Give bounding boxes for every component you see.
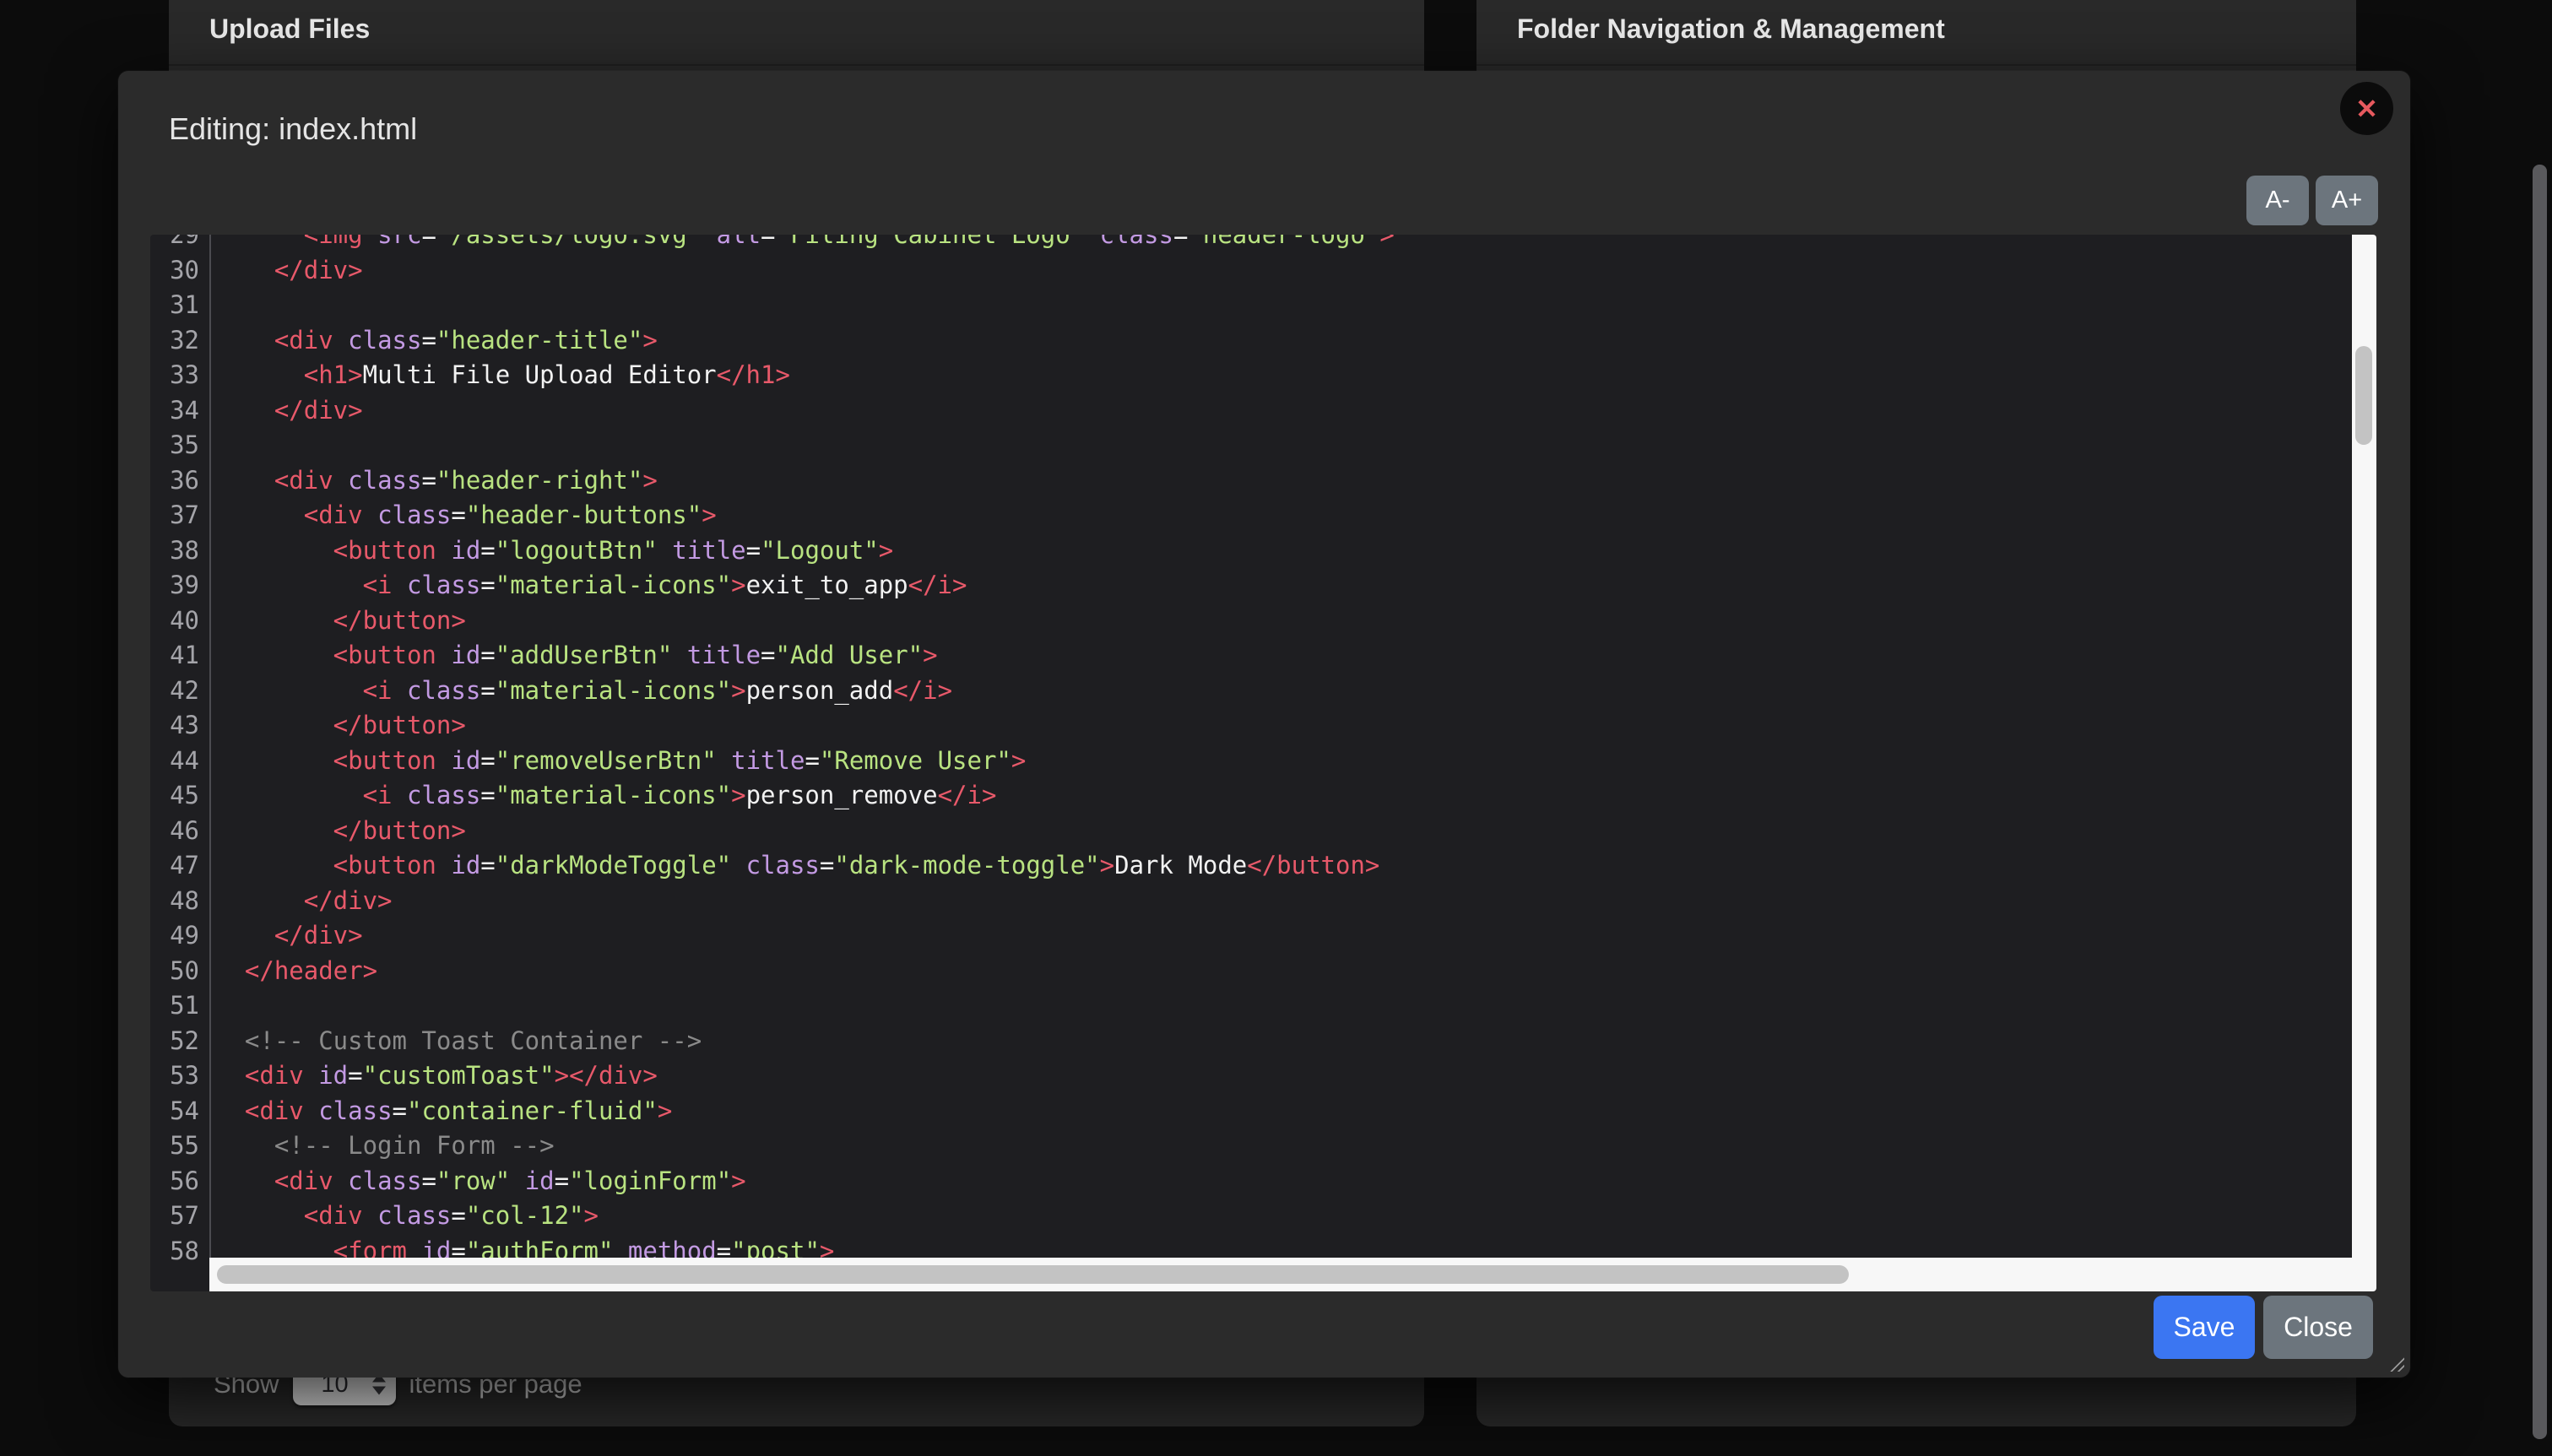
line-number: 37 (150, 498, 209, 533)
folder-navigation-title: Folder Navigation & Management (1476, 0, 2356, 45)
line-number: 55 (150, 1129, 209, 1164)
code-line: </div> (215, 253, 2352, 289)
page-scrollbar-thumb[interactable] (2533, 165, 2547, 1439)
modal-close-icon[interactable]: ✕ (2340, 82, 2393, 135)
code-line: <button id="logoutBtn" title="Logout"> (215, 533, 2352, 569)
code-line (215, 428, 2352, 463)
line-number: 42 (150, 674, 209, 709)
vertical-scrollbar-thumb[interactable] (2355, 346, 2372, 445)
code-line: </div> (215, 884, 2352, 919)
line-number: 58 (150, 1234, 209, 1269)
line-number: 39 (150, 568, 209, 604)
code-line: <i class="material-icons">person_remove<… (215, 778, 2352, 814)
folder-navigation-card-header: Folder Navigation & Management (1476, 0, 2356, 66)
gutter-separator (209, 235, 211, 1258)
line-number: 33 (150, 358, 209, 393)
code-editor[interactable]: 2930313233343536373839404142434445464748… (150, 235, 2376, 1291)
line-number: 57 (150, 1199, 209, 1234)
code-line: <div class="header-buttons"> (215, 498, 2352, 533)
line-number: 46 (150, 814, 209, 849)
line-number: 41 (150, 638, 209, 674)
editor-vertical-scrollbar[interactable] (2352, 235, 2376, 1258)
line-number: 40 (150, 604, 209, 639)
code-line: <h1>Multi File Upload Editor</h1> (215, 358, 2352, 393)
font-decrease-button[interactable]: A- (2246, 176, 2309, 225)
line-number: 34 (150, 393, 209, 429)
code-line: </button> (215, 604, 2352, 639)
code-line: <i class="material-icons">exit_to_app</i… (215, 568, 2352, 604)
line-number: 54 (150, 1094, 209, 1129)
upload-files-card-header: Upload Files (169, 0, 1424, 66)
line-number-gutter: 2930313233343536373839404142434445464748… (150, 235, 209, 1269)
code-line: </header> (215, 954, 2352, 989)
line-number: 49 (150, 918, 209, 954)
line-number: 38 (150, 533, 209, 569)
code-line: <div class="header-title"> (215, 323, 2352, 359)
code-line (215, 288, 2352, 323)
code-line: <button id="addUserBtn" title="Add User"… (215, 638, 2352, 674)
code-line: </div> (215, 918, 2352, 954)
line-number: 50 (150, 954, 209, 989)
close-x-icon: ✕ (2355, 93, 2378, 125)
code-line: <div id="customToast"></div> (215, 1058, 2352, 1094)
code-line: <div class="col-12"> (215, 1199, 2352, 1234)
code-line: <i class="material-icons">person_add</i> (215, 674, 2352, 709)
code-lines[interactable]: <img src="/assets/logo.svg" alt="Filing … (211, 235, 2352, 1269)
edit-file-modal: Editing: index.html ✕ A- A+ 293031323334… (118, 71, 2410, 1378)
line-number: 47 (150, 848, 209, 884)
code-line: </div> (215, 393, 2352, 429)
code-line: <button id="removeUserBtn" title="Remove… (215, 744, 2352, 779)
code-line: <!-- Custom Toast Container --> (215, 1024, 2352, 1059)
line-number: 44 (150, 744, 209, 779)
code-line: </button> (215, 814, 2352, 849)
line-number: 35 (150, 428, 209, 463)
code-line: <div class="row" id="loginForm"> (215, 1164, 2352, 1199)
app-screen: Upload Files Folder Navigation & Managem… (0, 0, 2552, 1456)
code-line: <!-- Login Form --> (215, 1129, 2352, 1164)
close-button[interactable]: Close (2263, 1296, 2373, 1359)
line-number: 56 (150, 1164, 209, 1199)
code-line: <div class="container-fluid"> (215, 1094, 2352, 1129)
line-number: 36 (150, 463, 209, 499)
line-number: 31 (150, 288, 209, 323)
save-button[interactable]: Save (2154, 1296, 2255, 1359)
code-line: <img src="/assets/logo.svg" alt="Filing … (215, 235, 2352, 253)
code-line (215, 988, 2352, 1024)
line-number: 45 (150, 778, 209, 814)
scrollbar-corner (2352, 1258, 2376, 1291)
font-increase-button[interactable]: A+ (2316, 176, 2378, 225)
horizontal-scrollbar-thumb[interactable] (217, 1265, 1849, 1284)
code-line: </button> (215, 708, 2352, 744)
line-number: 52 (150, 1024, 209, 1059)
code-line: <button id="darkModeToggle" class="dark-… (215, 848, 2352, 884)
upload-files-title: Upload Files (169, 0, 1424, 45)
resize-grip-icon[interactable] (2388, 1356, 2404, 1372)
line-number: 51 (150, 988, 209, 1024)
line-number: 29 (150, 235, 209, 253)
code-line: <div class="header-right"> (215, 463, 2352, 499)
editor-horizontal-scrollbar[interactable] (209, 1258, 2352, 1291)
line-number: 43 (150, 708, 209, 744)
modal-title: Editing: index.html (169, 111, 417, 147)
line-number: 32 (150, 323, 209, 359)
line-number: 53 (150, 1058, 209, 1094)
line-number: 30 (150, 253, 209, 289)
line-number: 48 (150, 884, 209, 919)
